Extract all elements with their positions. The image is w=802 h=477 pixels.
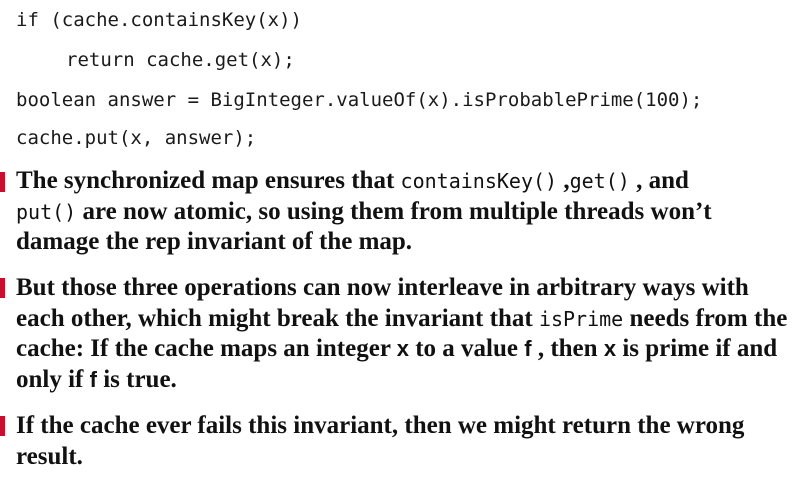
code-line-if: if (cache.containsKey(x)) [16,9,302,31]
code-containskey: containsKey() [400,169,558,193]
bullet-wrong-result: If the cache ever fails this invariant, … [16,412,745,470]
bullet-marker [0,416,5,436]
code-line-cache-put: cache.put(x, answer); [16,127,257,149]
code-get: get() [569,169,630,193]
var-f: f [524,336,532,361]
var-f: f [89,366,97,392]
bullet-synchronized-map: The synchronized map ensures that contai… [16,167,712,255]
bullet-interleave: But those three operations can now inter… [16,274,788,393]
var-x: x [603,336,617,361]
bullet-marker [0,278,5,298]
code-line-boolean-answer: boolean answer = BigInteger.valueOf(x).i… [16,89,703,111]
code-isprime: isPrime [538,306,624,331]
code-line-return: return cache.get(x); [66,49,295,71]
bullet-marker [0,172,5,192]
var-x: x [396,336,409,361]
code-put: put() [16,199,77,224]
